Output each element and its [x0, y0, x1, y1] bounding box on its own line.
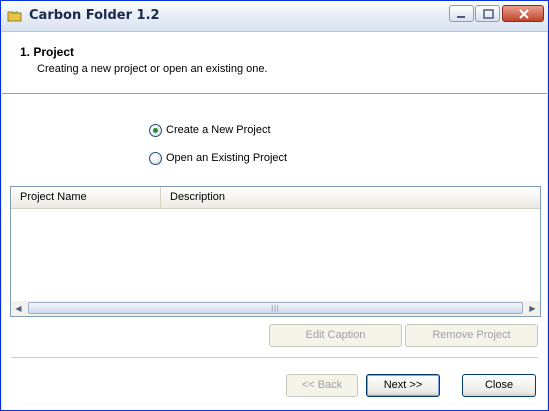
button-separator [11, 357, 538, 358]
step-subtitle: Creating a new project or open an existi… [37, 63, 268, 75]
step-title: 1. Project [20, 45, 75, 59]
remove-project-button[interactable]: Remove Project [405, 324, 538, 347]
scroll-left-arrow-icon[interactable]: ◀ [11, 301, 26, 316]
minimize-button[interactable] [449, 5, 474, 22]
wizard-window: Carbon Folder 1.2 1. Project Creating a … [0, 0, 549, 411]
window-title: Carbon Folder 1.2 [29, 8, 160, 23]
wizard-header: 1. Project Creating a new project or ope… [2, 32, 547, 94]
back-button[interactable]: << Back [286, 374, 358, 397]
list-header: Project Name Description [11, 187, 540, 209]
close-icon [519, 9, 529, 19]
title-bar[interactable]: Carbon Folder 1.2 [1, 1, 548, 32]
column-header-project-name[interactable]: Project Name [11, 187, 161, 208]
close-window-button[interactable] [502, 5, 544, 22]
minimize-icon [457, 16, 465, 18]
maximize-button[interactable] [475, 5, 500, 22]
maximize-icon [483, 9, 494, 19]
open-existing-label[interactable]: Open an Existing Project [166, 152, 287, 164]
folder-icon [7, 8, 23, 24]
project-list[interactable]: Project Name Description ◀ ||| ▶ [10, 186, 541, 317]
radio-selected-dot [153, 127, 158, 133]
edit-caption-button[interactable]: Edit Caption [269, 324, 402, 347]
list-rows[interactable] [11, 209, 540, 300]
horizontal-scrollbar[interactable]: ◀ ||| ▶ [11, 301, 540, 316]
open-existing-radio[interactable] [149, 151, 162, 165]
next-button[interactable]: Next >> [366, 374, 440, 397]
create-new-radio[interactable] [149, 123, 162, 137]
create-new-project-option[interactable]: Create a New Project [149, 122, 271, 138]
scrollbar-thumb[interactable]: ||| [28, 302, 523, 314]
column-header-description[interactable]: Description [161, 187, 540, 208]
open-existing-project-option[interactable]: Open an Existing Project [149, 150, 287, 166]
close-button[interactable]: Close [462, 374, 536, 397]
grip-icon: ||| [271, 305, 280, 312]
scroll-right-arrow-icon[interactable]: ▶ [525, 301, 540, 316]
create-new-label[interactable]: Create a New Project [166, 124, 271, 136]
